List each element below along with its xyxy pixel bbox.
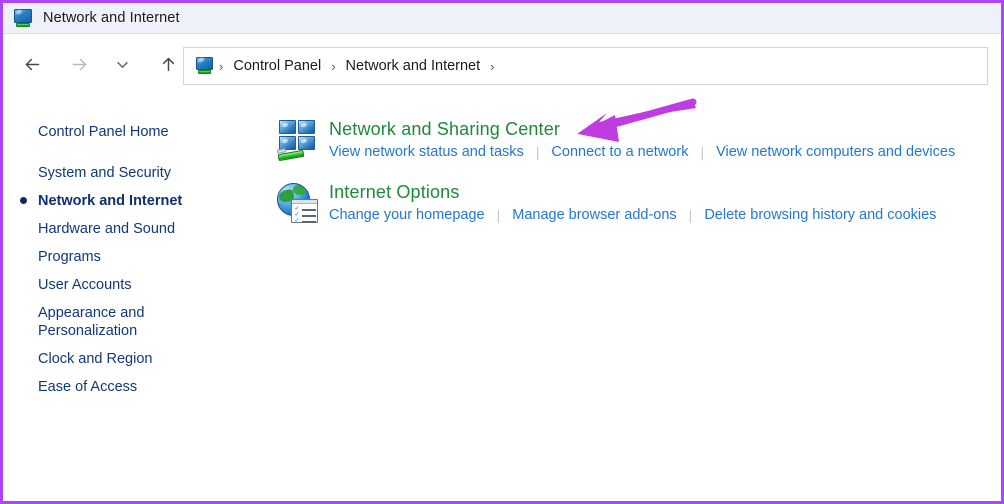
category-internet-options: ✓ ✓ ✓ Internet Options Change your homep… (265, 179, 1001, 224)
category-text-block: Network and Sharing Center View network … (329, 116, 955, 160)
window-title: Network and Internet (43, 10, 180, 26)
link-change-your-homepage[interactable]: Change your homepage (329, 207, 485, 223)
breadcrumb-network-monitor-icon (194, 57, 214, 75)
up-one-level-button[interactable] (149, 46, 187, 82)
category-title-network-and-sharing-center[interactable]: Network and Sharing Center (329, 117, 560, 141)
link-separator: | (700, 144, 705, 160)
sidebar-item-network-and-internet[interactable]: Network and Internet (3, 187, 265, 215)
category-network-and-sharing-center: Network and Sharing Center View network … (265, 116, 1001, 162)
sidebar-item-system-and-security[interactable]: System and Security (3, 159, 265, 187)
recent-locations-button[interactable] (103, 46, 141, 82)
link-separator: | (688, 207, 693, 223)
link-view-network-status-and-tasks[interactable]: View network status and tasks (329, 144, 524, 160)
link-manage-browser-add-ons[interactable]: Manage browser add-ons (512, 207, 676, 223)
category-list: Network and Sharing Center View network … (265, 93, 1001, 501)
breadcrumb-separator-2[interactable]: › (487, 59, 497, 74)
category-links-network-and-sharing-center: View network status and tasks | Connect … (329, 144, 955, 160)
category-title-internet-options[interactable]: Internet Options (329, 180, 459, 204)
network-monitor-icon (12, 8, 33, 28)
network-sharing-center-icon[interactable] (276, 119, 319, 162)
link-view-network-computers-and-devices[interactable]: View network computers and devices (716, 144, 955, 160)
internet-options-globe-icon[interactable]: ✓ ✓ ✓ (277, 182, 319, 224)
category-links-internet-options: Change your homepage | Manage browser ad… (329, 207, 936, 223)
sidebar-item-hardware-and-sound[interactable]: Hardware and Sound (3, 215, 265, 243)
sidebar-item-user-accounts[interactable]: User Accounts (3, 271, 265, 299)
category-text-block: Internet Options Change your homepage | … (329, 179, 936, 223)
sidebar-item-control-panel-home[interactable]: Control Panel Home (3, 118, 265, 146)
link-separator: | (535, 144, 540, 160)
breadcrumb-separator-0: › (219, 58, 224, 74)
link-connect-to-a-network[interactable]: Connect to a network (551, 144, 688, 160)
address-breadcrumb-bar[interactable]: › Control Panel › Network and Internet › (183, 47, 988, 85)
sidebar-item-appearance-and-personalization[interactable]: Appearance and Personalization (3, 299, 265, 345)
navigation-toolbar: › Control Panel › Network and Internet › (3, 35, 1001, 93)
link-delete-browsing-history-and-cookies[interactable]: Delete browsing history and cookies (704, 207, 936, 223)
breadcrumb-item-control-panel[interactable]: Control Panel (228, 56, 326, 76)
sidebar-item-programs[interactable]: Programs (3, 243, 265, 271)
breadcrumb-item-network-and-internet[interactable]: Network and Internet (341, 56, 486, 76)
control-panel-window: Network and Internet › Control Panel › N… (0, 0, 1004, 504)
breadcrumb-separator-1: › (331, 58, 336, 74)
sidebar-item-clock-and-region[interactable]: Clock and Region (3, 345, 265, 373)
window-body: Control Panel Home System and Security N… (3, 93, 1001, 501)
window-titlebar: Network and Internet (3, 3, 1001, 34)
forward-button[interactable] (60, 46, 98, 82)
link-separator: | (496, 207, 501, 223)
sidebar-navigation: Control Panel Home System and Security N… (3, 93, 265, 501)
back-button[interactable] (13, 46, 51, 82)
sidebar-item-ease-of-access[interactable]: Ease of Access (3, 373, 265, 401)
